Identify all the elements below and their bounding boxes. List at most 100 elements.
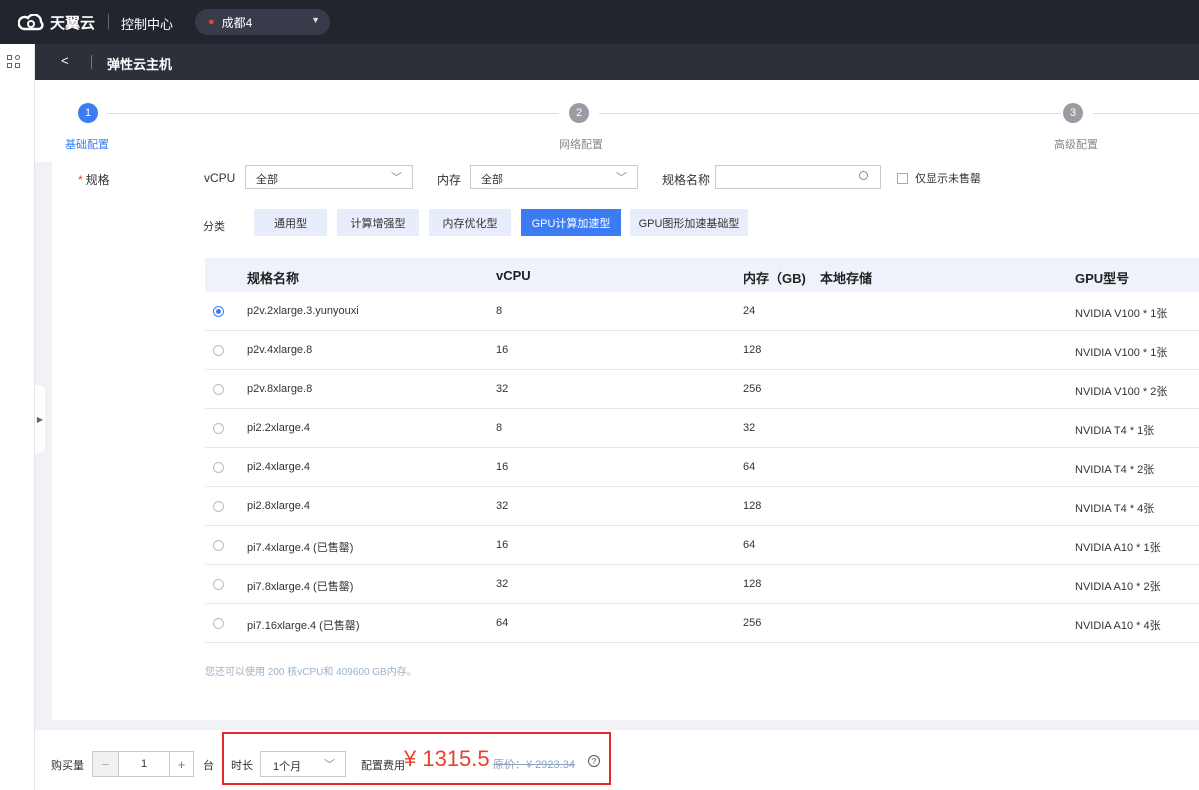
step-2-circle: 2 — [569, 103, 589, 123]
cell-vcpu: 32 — [496, 383, 509, 395]
checkbox[interactable] — [897, 172, 908, 184]
category-tab-gpu-graphics[interactable]: GPU图形加速基础型 — [630, 209, 748, 236]
cloud-logo-icon — [18, 13, 44, 30]
step-3-label: 高级配置 — [1054, 139, 1098, 151]
page-title: 弹性云主机 — [107, 57, 173, 72]
original-price: 原价：¥ 2923.34 — [493, 759, 575, 771]
row-radio[interactable] — [213, 306, 224, 317]
only-unsold-label: 仅显示未售罄 — [915, 173, 981, 185]
plus-icon[interactable]: + — [169, 752, 193, 776]
cell-vcpu: 64 — [496, 617, 509, 629]
step-connector — [107, 113, 559, 114]
category-tab-general[interactable]: 通用型 — [254, 209, 327, 236]
cell-name: pi2.4xlarge.4 — [247, 461, 310, 473]
table-row[interactable]: p2v.2xlarge.3.yunyouxi 8 24 NVIDIA V100 … — [205, 292, 1199, 331]
table-row[interactable]: pi7.4xlarge.4 (已售罄) 16 64 NVIDIA A10 * 1… — [205, 526, 1199, 565]
column-header-name: 规格名称 — [247, 271, 300, 286]
cell-vcpu: 32 — [496, 578, 509, 590]
spec-config-card: * 规格 vCPU 全部 ﹀ 内存 全部 ﹀ 规格名称 仅显示未售罄 分类 通用型 计… — [52, 162, 1199, 720]
cell-name: p2v.8xlarge.8 — [247, 383, 313, 395]
sidebar-expand-handle[interactable]: ▶ — [35, 385, 45, 453]
table-row[interactable]: p2v.4xlarge.8 16 128 NVIDIA V100 * 1张 — [205, 331, 1199, 370]
row-radio[interactable] — [213, 501, 224, 512]
question-circle-icon[interactable]: ? — [588, 755, 600, 767]
table-row[interactable]: pi7.16xlarge.4 (已售罄) 64 256 NVIDIA A10 *… — [205, 604, 1199, 643]
memory-filter-label: 内存 — [437, 173, 462, 187]
table-row[interactable]: pi7.8xlarge.4 (已售罄) 32 128 NVIDIA A10 * … — [205, 565, 1199, 604]
spec-field-label: * 规格 — [78, 173, 110, 187]
table-row[interactable]: pi2.2xlarge.4 8 32 NVIDIA T4 * 1张 — [205, 409, 1199, 448]
duration-select[interactable]: 1个月 ﹀ — [260, 751, 346, 777]
cell-gpu: NVIDIA T4 * 1张 — [1075, 425, 1155, 437]
row-radio[interactable] — [213, 384, 224, 395]
cell-name: pi7.8xlarge.4 (已售罄) — [247, 581, 354, 593]
category-tab-compute[interactable]: 计算增强型 — [337, 209, 419, 236]
cell-gpu: NVIDIA V100 * 1张 — [1075, 347, 1168, 359]
spec-table-body: p2v.2xlarge.3.yunyouxi 8 24 NVIDIA V100 … — [205, 292, 1199, 643]
region-value: 成都4 — [221, 15, 253, 30]
cell-memory: 24 — [743, 305, 756, 317]
vcpu-filter-label: vCPU — [204, 171, 236, 185]
topbar-divider — [108, 14, 109, 30]
spec-name-search-input[interactable] — [715, 165, 881, 189]
row-radio[interactable] — [213, 579, 224, 590]
region-selector[interactable]: ● 成都4 ▼ — [195, 9, 330, 35]
minus-icon[interactable]: − — [93, 752, 119, 776]
table-row[interactable]: pi2.8xlarge.4 32 128 NVIDIA T4 * 4张 — [205, 487, 1199, 526]
table-row[interactable]: p2v.8xlarge.8 32 256 NVIDIA V100 * 2张 — [205, 370, 1199, 409]
category-tab-memory[interactable]: 内存优化型 — [429, 209, 511, 236]
brand-name: 天翼云 — [50, 15, 96, 32]
chevron-down-icon: ﹀ — [616, 172, 627, 184]
cell-gpu: NVIDIA A10 * 4张 — [1075, 620, 1161, 632]
step-1-circle: 1 — [78, 103, 98, 123]
row-radio[interactable] — [213, 345, 224, 356]
search-icon — [859, 171, 868, 180]
cell-vcpu: 16 — [496, 461, 509, 473]
chevron-down-icon: ﹀ — [391, 172, 402, 184]
quantity-stepper[interactable]: − 1 + — [92, 751, 194, 777]
category-tab-gpu-compute[interactable]: GPU计算加速型 — [521, 209, 621, 236]
price-value: ¥ 1315.5 — [404, 746, 490, 771]
step-connector — [599, 113, 1061, 114]
vcpu-filter-select[interactable]: 全部 ﹀ — [245, 165, 413, 189]
purchase-bar: 购买量 − 1 + 台 时长 1个月 ﹀ 配置费用 ¥ 1315.5 原价：¥ 2… — [35, 730, 1199, 790]
only-unsold-toggle[interactable]: 仅显示未售罄 — [897, 170, 981, 186]
header-separator — [91, 55, 92, 69]
cell-memory: 128 — [743, 500, 762, 512]
cell-vcpu: 16 — [496, 539, 509, 551]
console-link[interactable]: 控制中心 — [121, 14, 173, 33]
quantity-label: 购买量 — [51, 760, 84, 772]
row-radio[interactable] — [213, 618, 224, 629]
cell-gpu: NVIDIA V100 * 2张 — [1075, 386, 1168, 398]
cell-memory: 64 — [743, 539, 756, 551]
cell-name: p2v.2xlarge.3.yunyouxi — [247, 305, 359, 317]
chevron-left-icon[interactable]: < — [61, 53, 69, 68]
cell-vcpu: 8 — [496, 422, 503, 434]
cell-vcpu: 32 — [496, 500, 509, 512]
spec-name-label: 规格名称 — [662, 173, 711, 187]
quantity-unit: 台 — [203, 760, 214, 772]
cell-memory: 128 — [743, 578, 762, 590]
location-pin-icon: ● — [208, 16, 215, 28]
cell-memory: 64 — [743, 461, 756, 473]
fee-label: 配置费用 — [361, 760, 405, 772]
column-header-memory: 内存（GB) — [743, 271, 806, 286]
step-indicator: 1 2 3 基础配置 网络配置 高级配置 — [35, 80, 1199, 162]
column-header-vcpu: vCPU — [496, 268, 531, 283]
category-label: 分类 — [203, 221, 225, 233]
row-radio[interactable] — [213, 540, 224, 551]
cell-gpu: NVIDIA T4 * 2张 — [1075, 464, 1155, 476]
memory-filter-select[interactable]: 全部 ﹀ — [470, 165, 638, 189]
page-header: < 弹性云主机 — [35, 44, 1199, 80]
row-radio[interactable] — [213, 423, 224, 434]
cell-memory: 256 — [743, 383, 762, 395]
quantity-value[interactable]: 1 — [119, 752, 169, 776]
row-radio[interactable] — [213, 462, 224, 473]
cell-gpu: NVIDIA A10 * 2张 — [1075, 581, 1161, 593]
step-3-circle: 3 — [1063, 103, 1083, 123]
table-row[interactable]: pi2.4xlarge.4 16 64 NVIDIA T4 * 2张 — [205, 448, 1199, 487]
apps-grid-icon[interactable] — [7, 55, 21, 69]
caret-down-icon: ▼ — [311, 15, 320, 25]
brand-logo[interactable]: 天翼云 — [18, 12, 95, 33]
cell-vcpu: 8 — [496, 305, 503, 317]
